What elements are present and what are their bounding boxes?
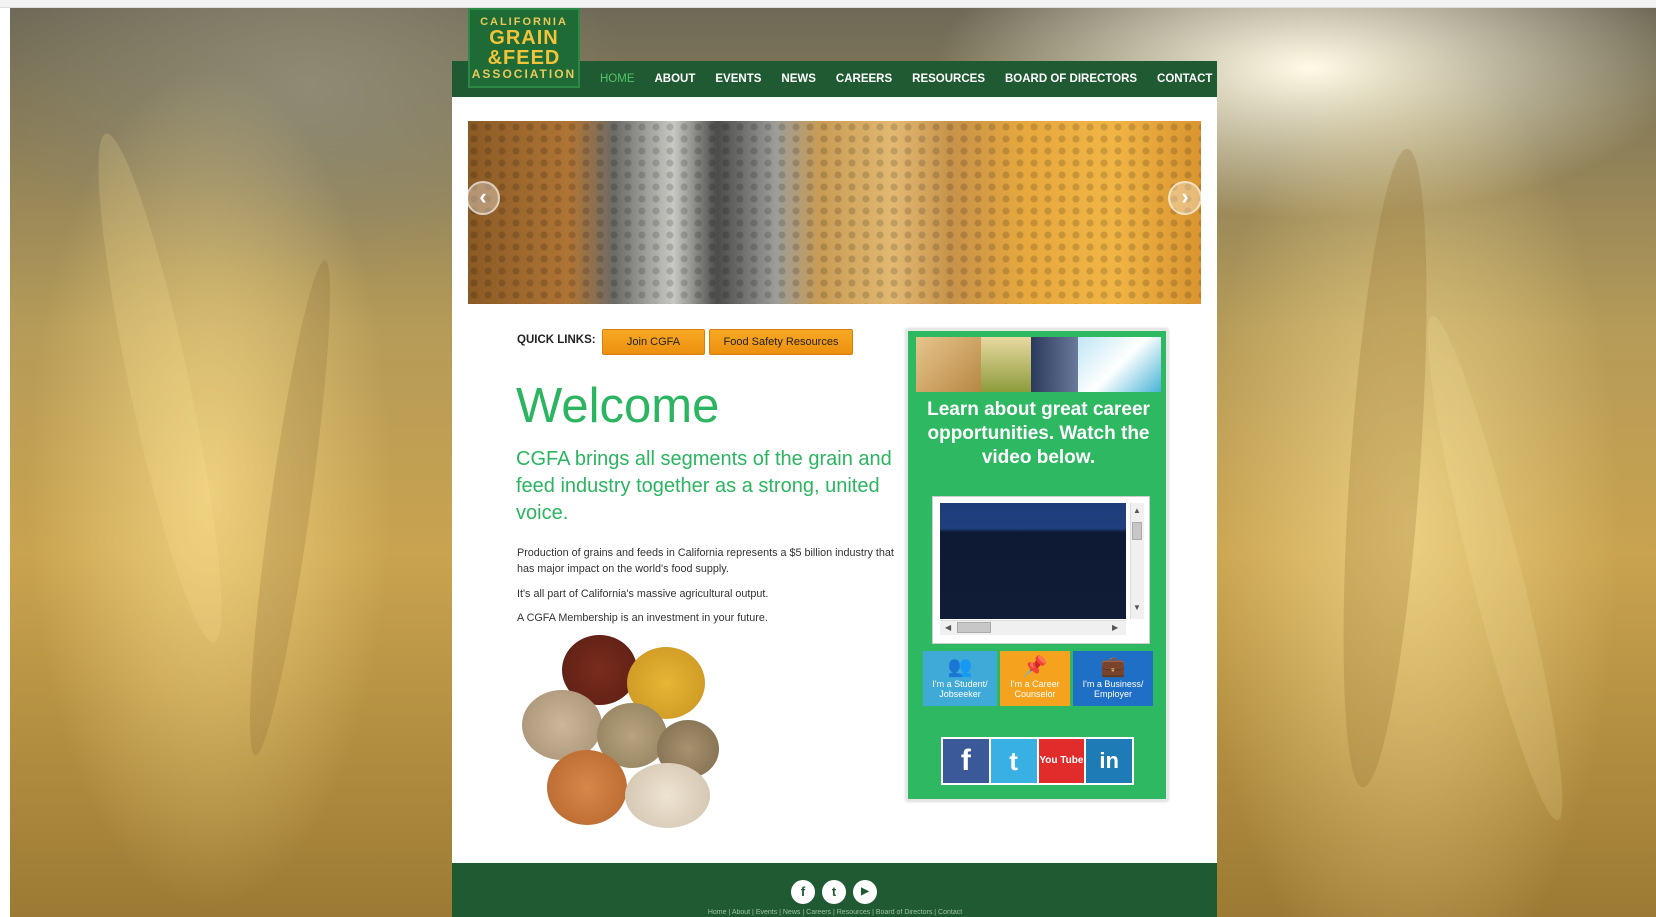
twitter-icon[interactable]: t [990,739,1037,783]
footer-facebook-icon[interactable]: f [791,880,815,904]
briefcase-icon: 💼 [1100,656,1126,678]
vertical-scrollbar[interactable] [1130,503,1144,619]
video-player[interactable] [940,503,1126,619]
scroll-left-icon[interactable]: ◀ [945,623,951,632]
career-photo-strip [916,337,1161,392]
food-safety-resources-button[interactable]: Food Safety Resources [709,329,853,355]
student-jobseeker-button[interactable]: 👥 I'm a Student/ Jobseeker [923,651,997,706]
facebook-icon[interactable]: f [943,739,989,783]
nav-careers[interactable]: CAREERS [836,73,892,85]
career-counselor-button[interactable]: 📌 I'm a Career Counselor [1000,651,1070,706]
scroll-up-icon[interactable]: ▲ [1133,506,1141,515]
youtube-icon[interactable]: You Tube [1038,739,1085,783]
hero-carousel-image [468,121,1201,304]
intro-paragraph: Production of grains and feeds in Califo… [517,547,894,575]
business-employer-button[interactable]: 💼 I'm a Business/ Employer [1073,651,1153,706]
career-counselor-label: I'm a Career Counselor [1010,679,1060,699]
nav-contact[interactable]: CONTACT [1157,73,1212,85]
main-nav: HOME ABOUT EVENTS NEWS CAREERS RESOURCES… [600,61,1212,97]
users-icon: 👥 [947,656,973,678]
grain-piles-image [517,635,727,830]
vertical-scroll-thumb[interactable] [1132,522,1142,540]
scroll-right-icon[interactable]: ▶ [1112,623,1118,632]
horizontal-scroll-thumb[interactable] [957,622,991,633]
footer-twitter-icon[interactable]: t [822,880,846,904]
chevron-right-icon[interactable]: › [1168,181,1202,215]
join-cgfa-button[interactable]: Join CGFA [602,329,705,355]
membership-paragraph: A CGFA Membership is an investment in yo… [517,612,768,624]
chevron-left-icon[interactable]: ‹ [466,181,500,215]
footer-youtube-icon[interactable]: ▶ [853,880,877,904]
linkedin-icon[interactable]: in [1086,739,1132,783]
business-employer-label: I'm a Business/ Employer [1082,679,1144,699]
nav-home[interactable]: HOME [600,73,635,85]
quick-links-label: QUICK LINKS: [517,334,596,346]
footer-links[interactable]: Home | About | Events | News | Careers |… [600,909,1070,917]
nav-resources[interactable]: RESOURCES [912,73,985,85]
logo-line-4: ASSOCIATION [471,66,577,81]
nav-news[interactable]: NEWS [781,73,816,85]
agriculture-paragraph: It's all part of California's massive ag… [517,588,769,600]
social-links: f t You Tube in [941,737,1134,785]
browser-top-strip [0,0,1656,8]
pushpin-icon: 📌 [1022,656,1048,678]
student-jobseeker-label: I'm a Student/ Jobseeker [932,679,988,699]
nav-events[interactable]: EVENTS [715,73,761,85]
nav-about[interactable]: ABOUT [655,73,696,85]
logo-line-3: &FEED [487,46,561,69]
logo-line-1: CALIFORNIA [480,15,568,28]
page-title: Welcome [516,379,720,433]
logo-line-2: GRAIN [489,26,559,49]
tagline: CGFA brings all segments of the grain an… [516,448,892,524]
nav-board-of-directors[interactable]: BOARD OF DIRECTORS [1005,73,1137,85]
career-heading: Learn about great career opportunities. … [927,399,1150,468]
scroll-down-icon[interactable]: ▼ [1133,603,1141,612]
cgfa-logo[interactable]: CALIFORNIA GRAIN &FEED ASSOCIATION [468,8,580,88]
